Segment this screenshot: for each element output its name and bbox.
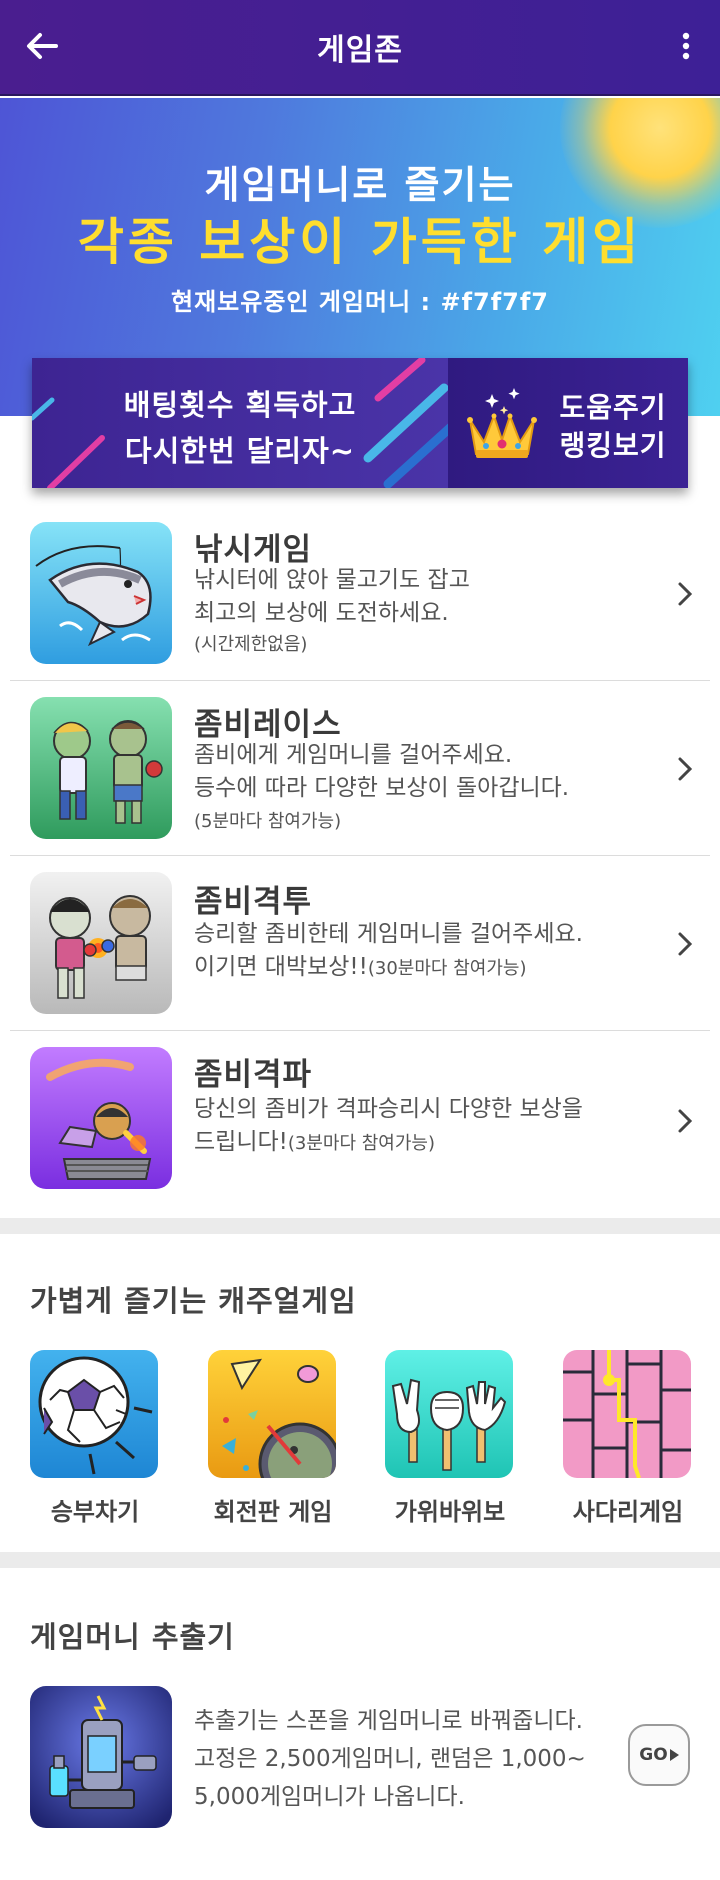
page-title: 게임존 xyxy=(317,33,403,68)
game-title: 낚시게임 xyxy=(194,532,313,568)
game-money-balance: 현재보유중인 게임머니 : #f7f7f7 xyxy=(171,288,549,316)
extractor-line-2: 고정은 2,500게임머니, 랜덤은 1,000~ xyxy=(194,1746,586,1772)
game-title: 좀비레이스 xyxy=(194,707,342,743)
chevron-right-icon xyxy=(678,932,693,956)
game-title: 좀비격파 xyxy=(194,1057,313,1093)
chevron-right-icon xyxy=(678,582,693,606)
banner-line-2: 다시한번 달리자~ xyxy=(124,434,356,468)
ladder-game-icon xyxy=(563,1350,691,1478)
casual-label: 사다리게임 xyxy=(572,1498,684,1526)
casual-item-penalty-kick[interactable]: 승부차기 xyxy=(30,1350,160,1527)
casual-section-title: 가볍게 즐기는 캐주얼게임 xyxy=(30,1284,357,1318)
chevron-right-icon xyxy=(678,757,693,781)
casual-label: 회전판 게임 xyxy=(213,1498,333,1526)
description-line-2: 등수에 따라 다양한 보상이 돌아갑니다. xyxy=(194,775,570,801)
section-divider xyxy=(0,1218,720,1234)
go-button[interactable]: GO xyxy=(628,1724,690,1786)
betting-promo[interactable]: 배팅횟수 획득하고 다시한번 달리자~ xyxy=(32,358,448,488)
game-description: 좀비에게 게임머니를 걸어주세요. 등수에 따라 다양한 보상이 돌아갑니다. xyxy=(194,739,664,805)
section-divider xyxy=(0,1552,720,1568)
crown-icon xyxy=(467,388,537,458)
game-item-fishing[interactable]: 낚시게임 낚시터에 앉아 물고기도 잡고 최고의 보상에 도전하세요. (시간제… xyxy=(10,506,710,681)
zombie-race-thumbnail xyxy=(30,697,172,839)
extractor-line-1: 추출기는 스폰을 게임머니로 바꿔줍니다. xyxy=(194,1708,583,1734)
game-note: (30분마다 참여가능) xyxy=(367,958,527,979)
soccer-ball-icon xyxy=(30,1350,158,1478)
ranking-label: 랭킹보기 xyxy=(559,429,667,462)
description-text: 이기면 대박보상!! xyxy=(194,954,368,980)
casual-item-rock-paper-scissors[interactable]: 가위바위보 xyxy=(385,1350,515,1527)
game-note: (5분마다 참여가능) xyxy=(194,811,342,832)
extractor-section-title: 게임머니 추출기 xyxy=(30,1620,235,1654)
zombie-smash-thumbnail xyxy=(30,1047,172,1189)
help-label: 도움주기 xyxy=(559,391,667,424)
description-line-1: 낚시터에 앉아 물고기도 잡고 xyxy=(194,567,470,593)
description-line-1: 좀비에게 게임머니를 걸어주세요. xyxy=(194,742,513,768)
game-title: 좀비격투 xyxy=(194,884,313,920)
casual-item-ladder[interactable]: 사다리게임 xyxy=(563,1350,693,1527)
description-text: 드립니다! xyxy=(194,1129,288,1155)
extractor-description: 추출기는 스폰을 게임머니로 바꿔줍니다. 고정은 2,500게임머니, 랜덤은… xyxy=(194,1702,624,1816)
play-arrow-icon xyxy=(669,1749,679,1761)
banner-line-1: 배팅횟수 획득하고 xyxy=(123,388,357,422)
extractor-line-3: 5,000게임머니가 나옵니다. xyxy=(194,1784,465,1810)
casual-item-roulette[interactable]: 회전판 게임 xyxy=(208,1350,338,1527)
back-arrow-icon[interactable] xyxy=(22,26,62,66)
casual-label: 가위바위보 xyxy=(394,1498,506,1526)
description-line-2: 이기면 대박보상!!(30분마다 참여가능) xyxy=(194,951,694,985)
hero-subtitle: 게임머니로 즐기는 xyxy=(204,163,516,207)
description-line-1: 당신의 좀비가 격파승리시 다양한 보상을 xyxy=(194,1096,583,1122)
rock-paper-scissors-icon xyxy=(385,1350,513,1478)
game-item-zombie-race[interactable]: 좀비레이스 좀비에게 게임머니를 걸어주세요. 등수에 따라 다양한 보상이 돌… xyxy=(10,681,710,856)
top-app-bar: 게임존 xyxy=(0,0,720,96)
description-line-2: 최고의 보상에 도전하세요. xyxy=(194,600,449,626)
casual-label: 승부차기 xyxy=(50,1498,140,1526)
more-vertical-icon[interactable] xyxy=(674,26,698,66)
hero-title: 각종 보상이 가득한 게임 xyxy=(77,213,643,271)
description-line-1: 승리할 좀비한테 게임머니를 걸어주세요. xyxy=(194,921,583,947)
zombie-fight-thumbnail xyxy=(30,872,172,1014)
game-description: 승리할 좀비한테 게임머니를 걸어주세요. 이기면 대박보상!!(30분마다 참… xyxy=(194,918,694,985)
chevron-right-icon xyxy=(678,1109,693,1133)
game-item-zombie-smash[interactable]: 좀비격파 당신의 좀비가 격파승리시 다양한 보상을 드립니다!(3분마다 참여… xyxy=(10,1031,710,1206)
extractor-machine-icon xyxy=(30,1686,172,1828)
game-note: (시간제한없음) xyxy=(194,634,308,655)
game-description: 낚시터에 앉아 물고기도 잡고 최고의 보상에 도전하세요. xyxy=(194,564,664,630)
description-line-2: 드립니다!(3분마다 참여가능) xyxy=(194,1126,694,1160)
ranking-button[interactable]: 도움주기 랭킹보기 xyxy=(448,358,688,488)
promo-banner[interactable]: 배팅횟수 획득하고 다시한번 달리자~ 도움주기 랭킹보기 xyxy=(32,358,688,488)
go-label: GO xyxy=(639,1745,668,1765)
game-description: 당신의 좀비가 격파승리시 다양한 보상을 드립니다!(3분마다 참여가능) xyxy=(194,1093,694,1160)
fishing-game-thumbnail xyxy=(30,522,172,664)
roulette-icon xyxy=(208,1350,336,1478)
game-note: (3분마다 참여가능) xyxy=(287,1133,436,1154)
game-item-zombie-fight[interactable]: 좀비격투 승리할 좀비한테 게임머니를 걸어주세요. 이기면 대박보상!!(30… xyxy=(10,856,710,1031)
